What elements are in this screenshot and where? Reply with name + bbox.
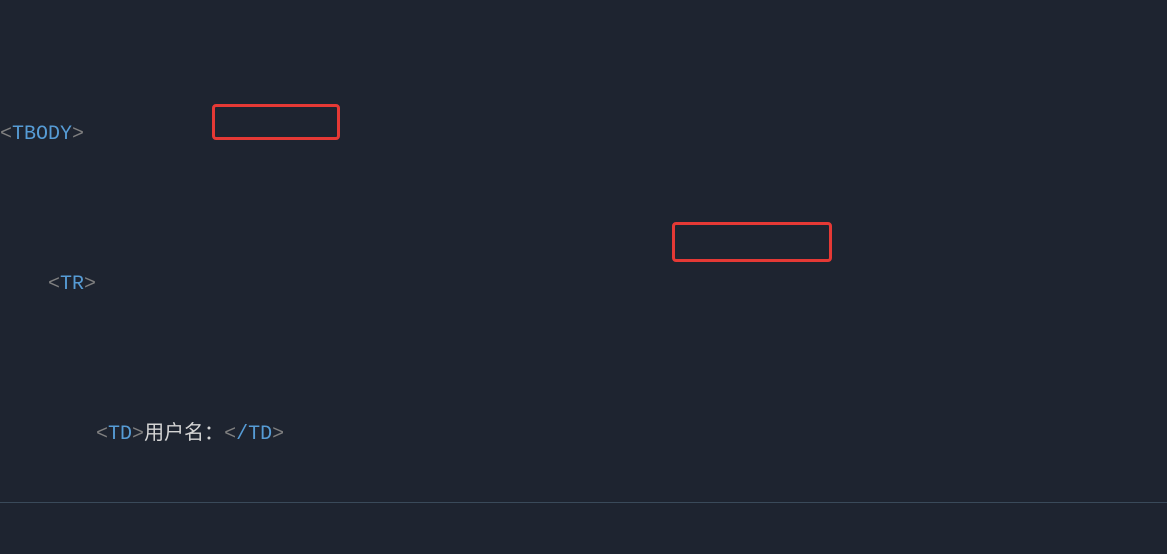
code-editor[interactable]: <TBODY> <TR> <TD>用户名：</TD> <TD colSpan="… xyxy=(0,0,1167,554)
code-line: <TD>用户名：</TD> xyxy=(0,420,1167,450)
code-line: <TR> xyxy=(0,270,1167,300)
horizontal-rule xyxy=(0,502,1167,503)
annotation-box-password xyxy=(672,222,832,262)
code-line: <TBODY> xyxy=(0,120,1167,150)
